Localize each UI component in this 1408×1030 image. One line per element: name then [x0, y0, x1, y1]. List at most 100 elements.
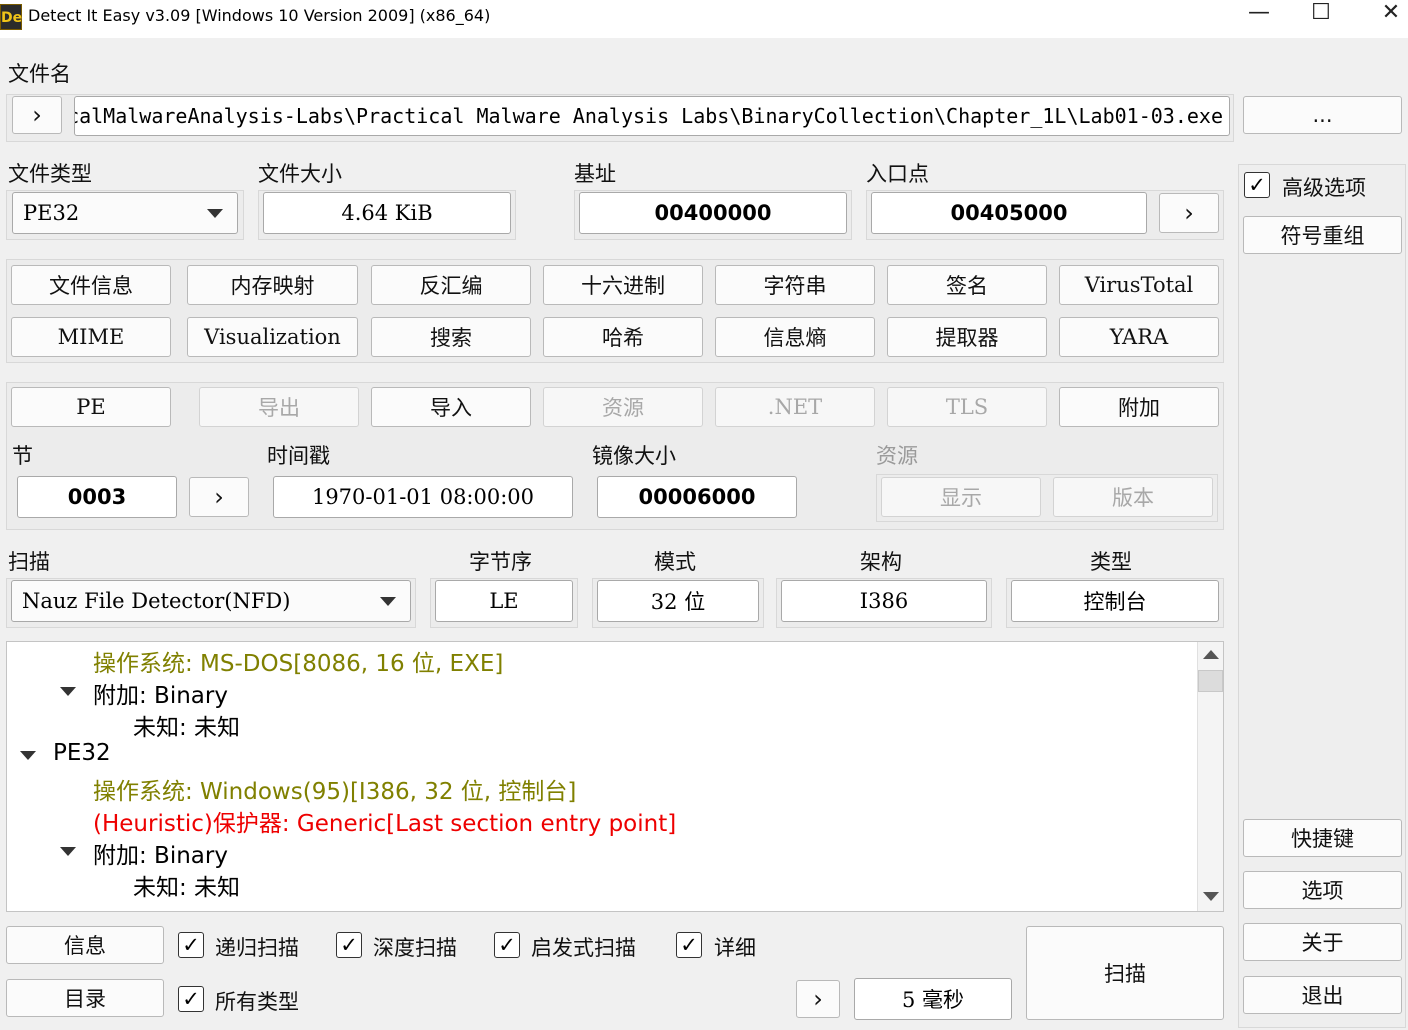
maximize-icon[interactable]: ☐ — [1298, 0, 1344, 36]
all-types-label: 所有类型 — [215, 990, 299, 1014]
mode-field: 32 位 — [597, 580, 759, 622]
info-button[interactable]: 信息 — [6, 926, 164, 964]
exit-button[interactable]: 退出 — [1243, 976, 1402, 1014]
hex-button[interactable]: 十六进制 — [543, 265, 703, 305]
timestamp-label: 时间戳 — [267, 444, 330, 468]
endian-label: 字节序 — [469, 550, 532, 574]
file-type-select[interactable]: PE32 — [12, 192, 238, 234]
results-tree[interactable]: 操作系统: MS-DOS[8086, 16 位, EXE] 附加: Binary… — [6, 641, 1224, 912]
tree-item-pe-overlay[interactable]: 附加: Binary — [93, 836, 228, 870]
disasm-button[interactable]: 反汇编 — [371, 265, 531, 305]
tree-item-pe-os[interactable]: 操作系统: Windows(95)[I386, 32 位, 控制台] — [93, 772, 576, 806]
pe-button[interactable]: PE — [11, 387, 171, 427]
recursive-label: 递归扫描 — [215, 936, 299, 960]
file-size-label: 文件大小 — [258, 162, 342, 186]
deep-scan-label: 深度扫描 — [373, 936, 457, 960]
file-name-label: 文件名 — [8, 62, 71, 86]
verbose-checkbox[interactable]: ✓ — [676, 932, 702, 958]
demangle-button[interactable]: 符号重组 — [1243, 216, 1402, 254]
scroll-thumb[interactable] — [1198, 670, 1223, 692]
res-show-button[interactable]: 显示 — [881, 477, 1041, 517]
scan-label: 扫描 — [8, 550, 50, 574]
image-size-field[interactable]: 00006000 — [597, 476, 797, 518]
res-label: 资源 — [876, 444, 918, 468]
window-title: Detect It Easy v3.09 [Windows 10 Version… — [28, 6, 491, 25]
minimize-icon[interactable]: — — [1236, 0, 1282, 36]
file-path-input[interactable]: calMalwareAnalysis-Labs\Practical Malwar… — [74, 96, 1230, 136]
tls-button[interactable]: TLS — [887, 387, 1047, 427]
collapse-icon[interactable] — [20, 751, 36, 760]
file-expand-button[interactable]: › — [12, 96, 62, 134]
image-size-label: 镜像大小 — [592, 444, 676, 468]
app-logo-icon: De — [0, 4, 22, 30]
directory-button[interactable]: 目录 — [6, 979, 164, 1017]
collapse-icon[interactable] — [60, 847, 76, 856]
tree-item-protector[interactable]: (Heuristic)保护器: Generic[Last section ent… — [93, 804, 676, 838]
tree-item-pe32[interactable]: PE32 — [53, 740, 111, 766]
file-type-value: PE32 — [23, 201, 80, 225]
extractor-button[interactable]: 提取器 — [887, 317, 1047, 357]
entry-point-label: 入口点 — [866, 162, 929, 186]
scan-button[interactable]: 扫描 — [1026, 926, 1224, 1020]
hash-button[interactable]: 哈希 — [543, 317, 703, 357]
resources-button[interactable]: 资源 — [543, 387, 703, 427]
virustotal-button[interactable]: VirusTotal — [1059, 265, 1219, 305]
scan-engine-select[interactable]: Nauz File Detector(NFD) — [11, 580, 411, 622]
endian-field: LE — [435, 580, 573, 622]
base-address-label: 基址 — [574, 162, 616, 186]
scroll-up-icon[interactable] — [1203, 650, 1219, 659]
shortcuts-button[interactable]: 快捷键 — [1243, 819, 1402, 857]
signatures-button[interactable]: 签名 — [887, 265, 1047, 305]
tree-item-dos-overlay[interactable]: 附加: Binary — [93, 676, 228, 710]
time-next-button[interactable]: › — [796, 980, 840, 1018]
search-button[interactable]: 搜索 — [371, 317, 531, 357]
tree-item-dos-os[interactable]: 操作系统: MS-DOS[8086, 16 位, EXE] — [93, 644, 503, 678]
mode-label: 模式 — [654, 550, 696, 574]
mime-button[interactable]: MIME — [11, 317, 171, 357]
overlay-button[interactable]: 附加 — [1059, 387, 1219, 427]
entry-point-field[interactable]: 00405000 — [871, 192, 1147, 234]
results-scrollbar[interactable] — [1197, 642, 1223, 911]
type-field: 控制台 — [1011, 580, 1219, 622]
tree-item-pe-unknown[interactable]: 未知: 未知 — [133, 868, 240, 902]
scroll-down-icon[interactable] — [1203, 892, 1219, 901]
verbose-label: 详细 — [714, 936, 756, 960]
tree-item-dos-unknown[interactable]: 未知: 未知 — [133, 708, 240, 742]
all-types-checkbox[interactable]: ✓ — [178, 986, 204, 1012]
elapsed-time-field: 5 毫秒 — [854, 978, 1012, 1020]
res-version-button[interactable]: 版本 — [1053, 477, 1213, 517]
memory-map-button[interactable]: 内存映射 — [187, 265, 358, 305]
import-button[interactable]: 导入 — [371, 387, 531, 427]
advanced-label: 高级选项 — [1282, 176, 1366, 200]
export-button[interactable]: 导出 — [199, 387, 359, 427]
file-type-label: 文件类型 — [8, 162, 92, 186]
arch-field: I386 — [781, 580, 987, 622]
type-label: 类型 — [1090, 550, 1132, 574]
recursive-checkbox[interactable]: ✓ — [178, 932, 204, 958]
dotnet-button[interactable]: .NET — [715, 387, 875, 427]
heuristic-checkbox[interactable]: ✓ — [494, 932, 520, 958]
deep-scan-checkbox[interactable]: ✓ — [336, 932, 362, 958]
chevron-down-icon — [207, 209, 223, 218]
entropy-button[interactable]: 信息熵 — [715, 317, 875, 357]
base-address-field[interactable]: 00400000 — [579, 192, 847, 234]
chevron-down-icon — [380, 597, 396, 606]
advanced-checkbox[interactable]: ✓ — [1244, 172, 1270, 198]
file-info-button[interactable]: 文件信息 — [11, 265, 171, 305]
section-label: 节 — [12, 444, 33, 468]
yara-button[interactable]: YARA — [1059, 317, 1219, 357]
timestamp-field: 1970-01-01 08:00:00 — [273, 476, 573, 518]
file-size-field: 4.64 KiB — [263, 192, 511, 234]
options-button[interactable]: 选项 — [1243, 871, 1402, 909]
collapse-icon[interactable] — [60, 687, 76, 696]
close-icon[interactable]: ✕ — [1368, 0, 1408, 36]
scan-engine-value: Nauz File Detector(NFD) — [22, 589, 291, 613]
arch-label: 架构 — [860, 550, 902, 574]
section-go-button[interactable]: › — [189, 477, 249, 517]
strings-button[interactable]: 字符串 — [715, 265, 875, 305]
entry-point-go-button[interactable]: › — [1159, 193, 1219, 233]
about-button[interactable]: 关于 — [1243, 923, 1402, 961]
section-count-field[interactable]: 0003 — [17, 476, 177, 518]
browse-button[interactable]: ... — [1243, 96, 1402, 134]
visualization-button[interactable]: Visualization — [187, 317, 358, 357]
